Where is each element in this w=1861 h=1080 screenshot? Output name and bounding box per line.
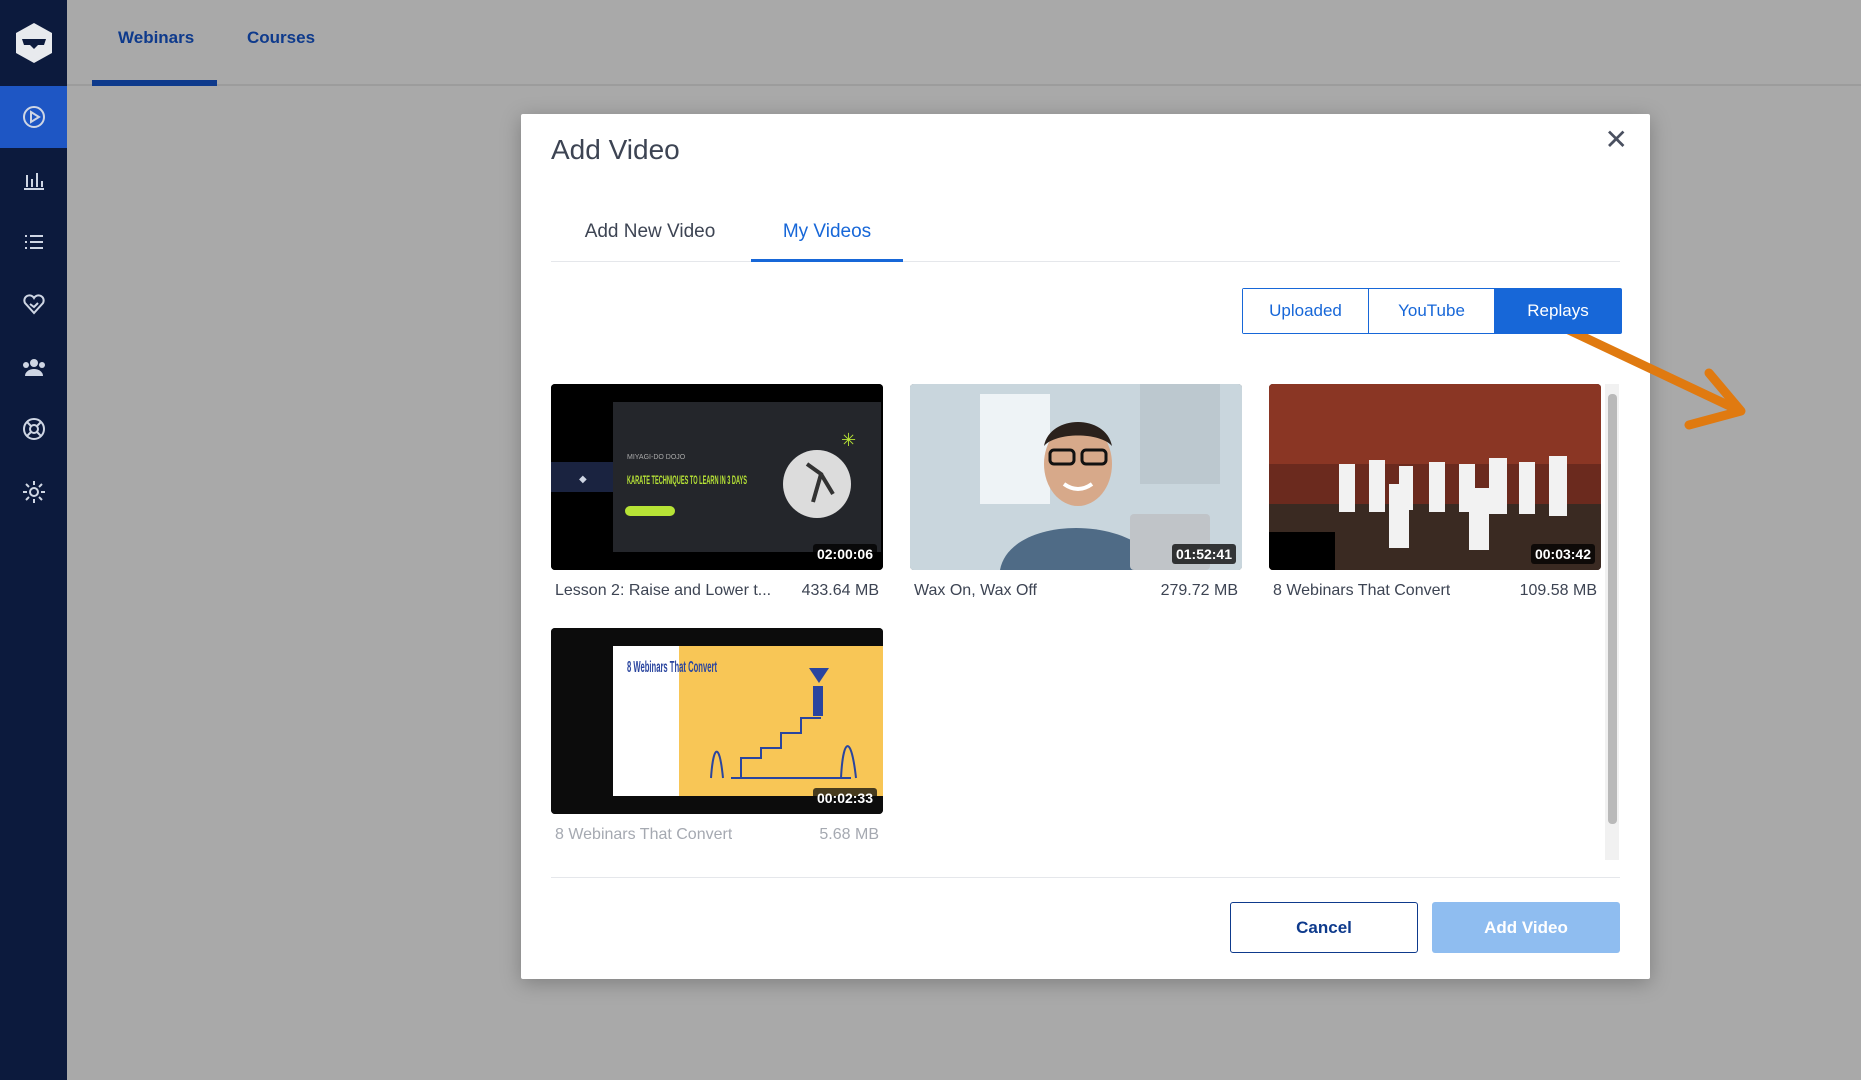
man-portrait-thumbnail: [910, 384, 1242, 570]
sidebar-item-team[interactable]: [0, 336, 67, 398]
video-size: 433.64 MB: [801, 582, 879, 599]
tab-webinars[interactable]: Webinars: [118, 28, 194, 48]
gear-icon: [22, 481, 45, 503]
sidebar-item-support[interactable]: [0, 398, 67, 460]
thumb-headline-text: 8 Webinars That Convert: [627, 659, 717, 676]
tab-courses[interactable]: Courses: [247, 28, 315, 48]
filter-replays-button[interactable]: Replays: [1495, 289, 1621, 333]
bar-chart-icon: [23, 173, 44, 190]
video-duration: 00:02:33: [812, 788, 877, 808]
heart-handshake-icon: [22, 294, 45, 315]
video-card[interactable]: 01:52:41 Wax On, Wax Off 279.72 MB: [910, 384, 1242, 600]
thumb-brand-text: MIYAGI-DO DOJO: [627, 454, 686, 461]
add-video-button[interactable]: Add Video: [1432, 902, 1620, 953]
video-source-filter: Uploaded YouTube Replays: [1242, 288, 1622, 334]
video-thumbnail[interactable]: MIYAGI-DO DOJO KARATE TECHNIQUES TO LEAR…: [551, 384, 883, 570]
video-card[interactable]: 8 Webinars That Convert 00:02:33 8 Webin…: [551, 628, 883, 844]
video-list-scrollbar[interactable]: [1605, 384, 1619, 860]
video-thumbnail[interactable]: 00:03:42: [1269, 384, 1601, 570]
list-icon: [24, 235, 43, 249]
svg-text:✳: ✳: [841, 430, 856, 451]
karate-slide-thumbnail: MIYAGI-DO DOJO KARATE TECHNIQUES TO LEAR…: [551, 384, 883, 570]
lifebuoy-icon: [22, 418, 45, 440]
sidebar-item-analytics[interactable]: [0, 149, 67, 211]
close-icon[interactable]: ✕: [1605, 126, 1628, 154]
video-thumbnail[interactable]: 8 Webinars That Convert 00:02:33: [551, 628, 883, 814]
filter-youtube-button[interactable]: YouTube: [1369, 289, 1495, 333]
video-name: Lesson 2: Raise and Lower t...: [555, 582, 772, 599]
sidebar-item-settings[interactable]: [0, 461, 67, 523]
modal-tabs: Add New Video My Videos: [551, 214, 1620, 262]
video-grid: MIYAGI-DO DOJO KARATE TECHNIQUES TO LEAR…: [551, 384, 1621, 854]
users-group-icon: [22, 359, 45, 376]
scrollbar-thumb[interactable]: [1608, 394, 1617, 824]
sidebar-item-webinars[interactable]: [0, 86, 67, 148]
app-logo[interactable]: [0, 0, 67, 86]
video-card[interactable]: MIYAGI-DO DOJO KARATE TECHNIQUES TO LEAR…: [551, 384, 883, 600]
video-size: 279.72 MB: [1160, 582, 1238, 599]
active-tab-indicator: [92, 80, 217, 86]
dojo-class-thumbnail: [1269, 384, 1601, 570]
modal-title: Add Video: [551, 134, 680, 165]
filter-uploaded-button[interactable]: Uploaded: [1243, 289, 1369, 333]
video-duration: 02:00:06: [812, 544, 877, 564]
tab-add-new-video[interactable]: Add New Video: [551, 214, 749, 262]
video-name: 8 Webinars That Convert: [555, 826, 733, 843]
logo-icon: [15, 23, 52, 63]
video-size: 5.68 MB: [819, 826, 879, 843]
thumb-headline-text: KARATE TECHNIQUES TO LEARN IN 3 DAYS: [627, 473, 747, 487]
sidebar-item-list[interactable]: [0, 211, 67, 273]
svg-text:◆: ◆: [579, 474, 587, 485]
webinars-slide-thumbnail: 8 Webinars That Convert: [551, 628, 883, 814]
footer-divider: [551, 877, 1620, 878]
tab-my-videos[interactable]: My Videos: [751, 214, 903, 262]
video-duration: 01:52:41: [1171, 544, 1236, 564]
video-size: 109.58 MB: [1519, 582, 1597, 599]
video-name: 8 Webinars That Convert: [1273, 582, 1451, 599]
cancel-button[interactable]: Cancel: [1230, 902, 1418, 953]
video-thumbnail[interactable]: 01:52:41: [910, 384, 1242, 570]
video-card[interactable]: 00:03:42 8 Webinars That Convert 109.58 …: [1269, 384, 1601, 600]
sidebar-item-integrations[interactable]: [0, 273, 67, 335]
add-video-modal: Add Video ✕ Add New Video My Videos Uplo…: [521, 114, 1746, 979]
sidebar: [0, 0, 67, 1080]
video-duration: 00:03:42: [1530, 544, 1595, 564]
top-nav: Webinars Courses: [67, 0, 1861, 86]
play-circle-icon: [22, 106, 45, 128]
video-name: Wax On, Wax Off: [914, 582, 1037, 599]
